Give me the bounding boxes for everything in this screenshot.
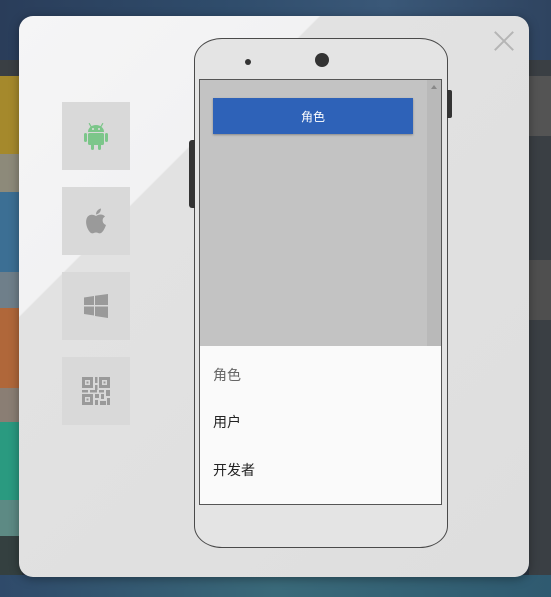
android-icon: [84, 122, 108, 150]
close-icon[interactable]: [493, 30, 515, 52]
picker-option-user[interactable]: 用户: [213, 412, 241, 432]
role-select-label: 角色: [300, 109, 325, 124]
apple-tab-button[interactable]: [62, 187, 130, 255]
qrcode-icon: [82, 377, 110, 405]
windows-icon: [84, 294, 108, 318]
qrcode-tab-button[interactable]: [62, 357, 130, 425]
phone-screen: 角色 角色 用户 开发者: [199, 79, 442, 505]
background-bottom-bar: [0, 575, 551, 597]
phone-power-button: [447, 90, 452, 118]
phone-camera: [315, 53, 329, 67]
phone-volume-button: [189, 140, 195, 208]
background-right-strip: [529, 60, 551, 575]
app-preview-dialog: 角色 角色 用户 开发者: [19, 16, 529, 577]
android-tab-button[interactable]: [62, 102, 130, 170]
scroll-up-arrow-icon[interactable]: [431, 85, 437, 89]
picker-title: 角色: [213, 368, 241, 384]
role-select-button[interactable]: 角色: [213, 98, 413, 134]
phone-sensor: [245, 59, 251, 65]
picker-option-developer[interactable]: 开发者: [213, 460, 255, 480]
apple-icon: [86, 208, 106, 234]
windows-tab-button[interactable]: [62, 272, 130, 340]
role-picker-sheet: 角色 用户 开发者: [200, 346, 441, 504]
scrollbar[interactable]: [427, 80, 441, 346]
